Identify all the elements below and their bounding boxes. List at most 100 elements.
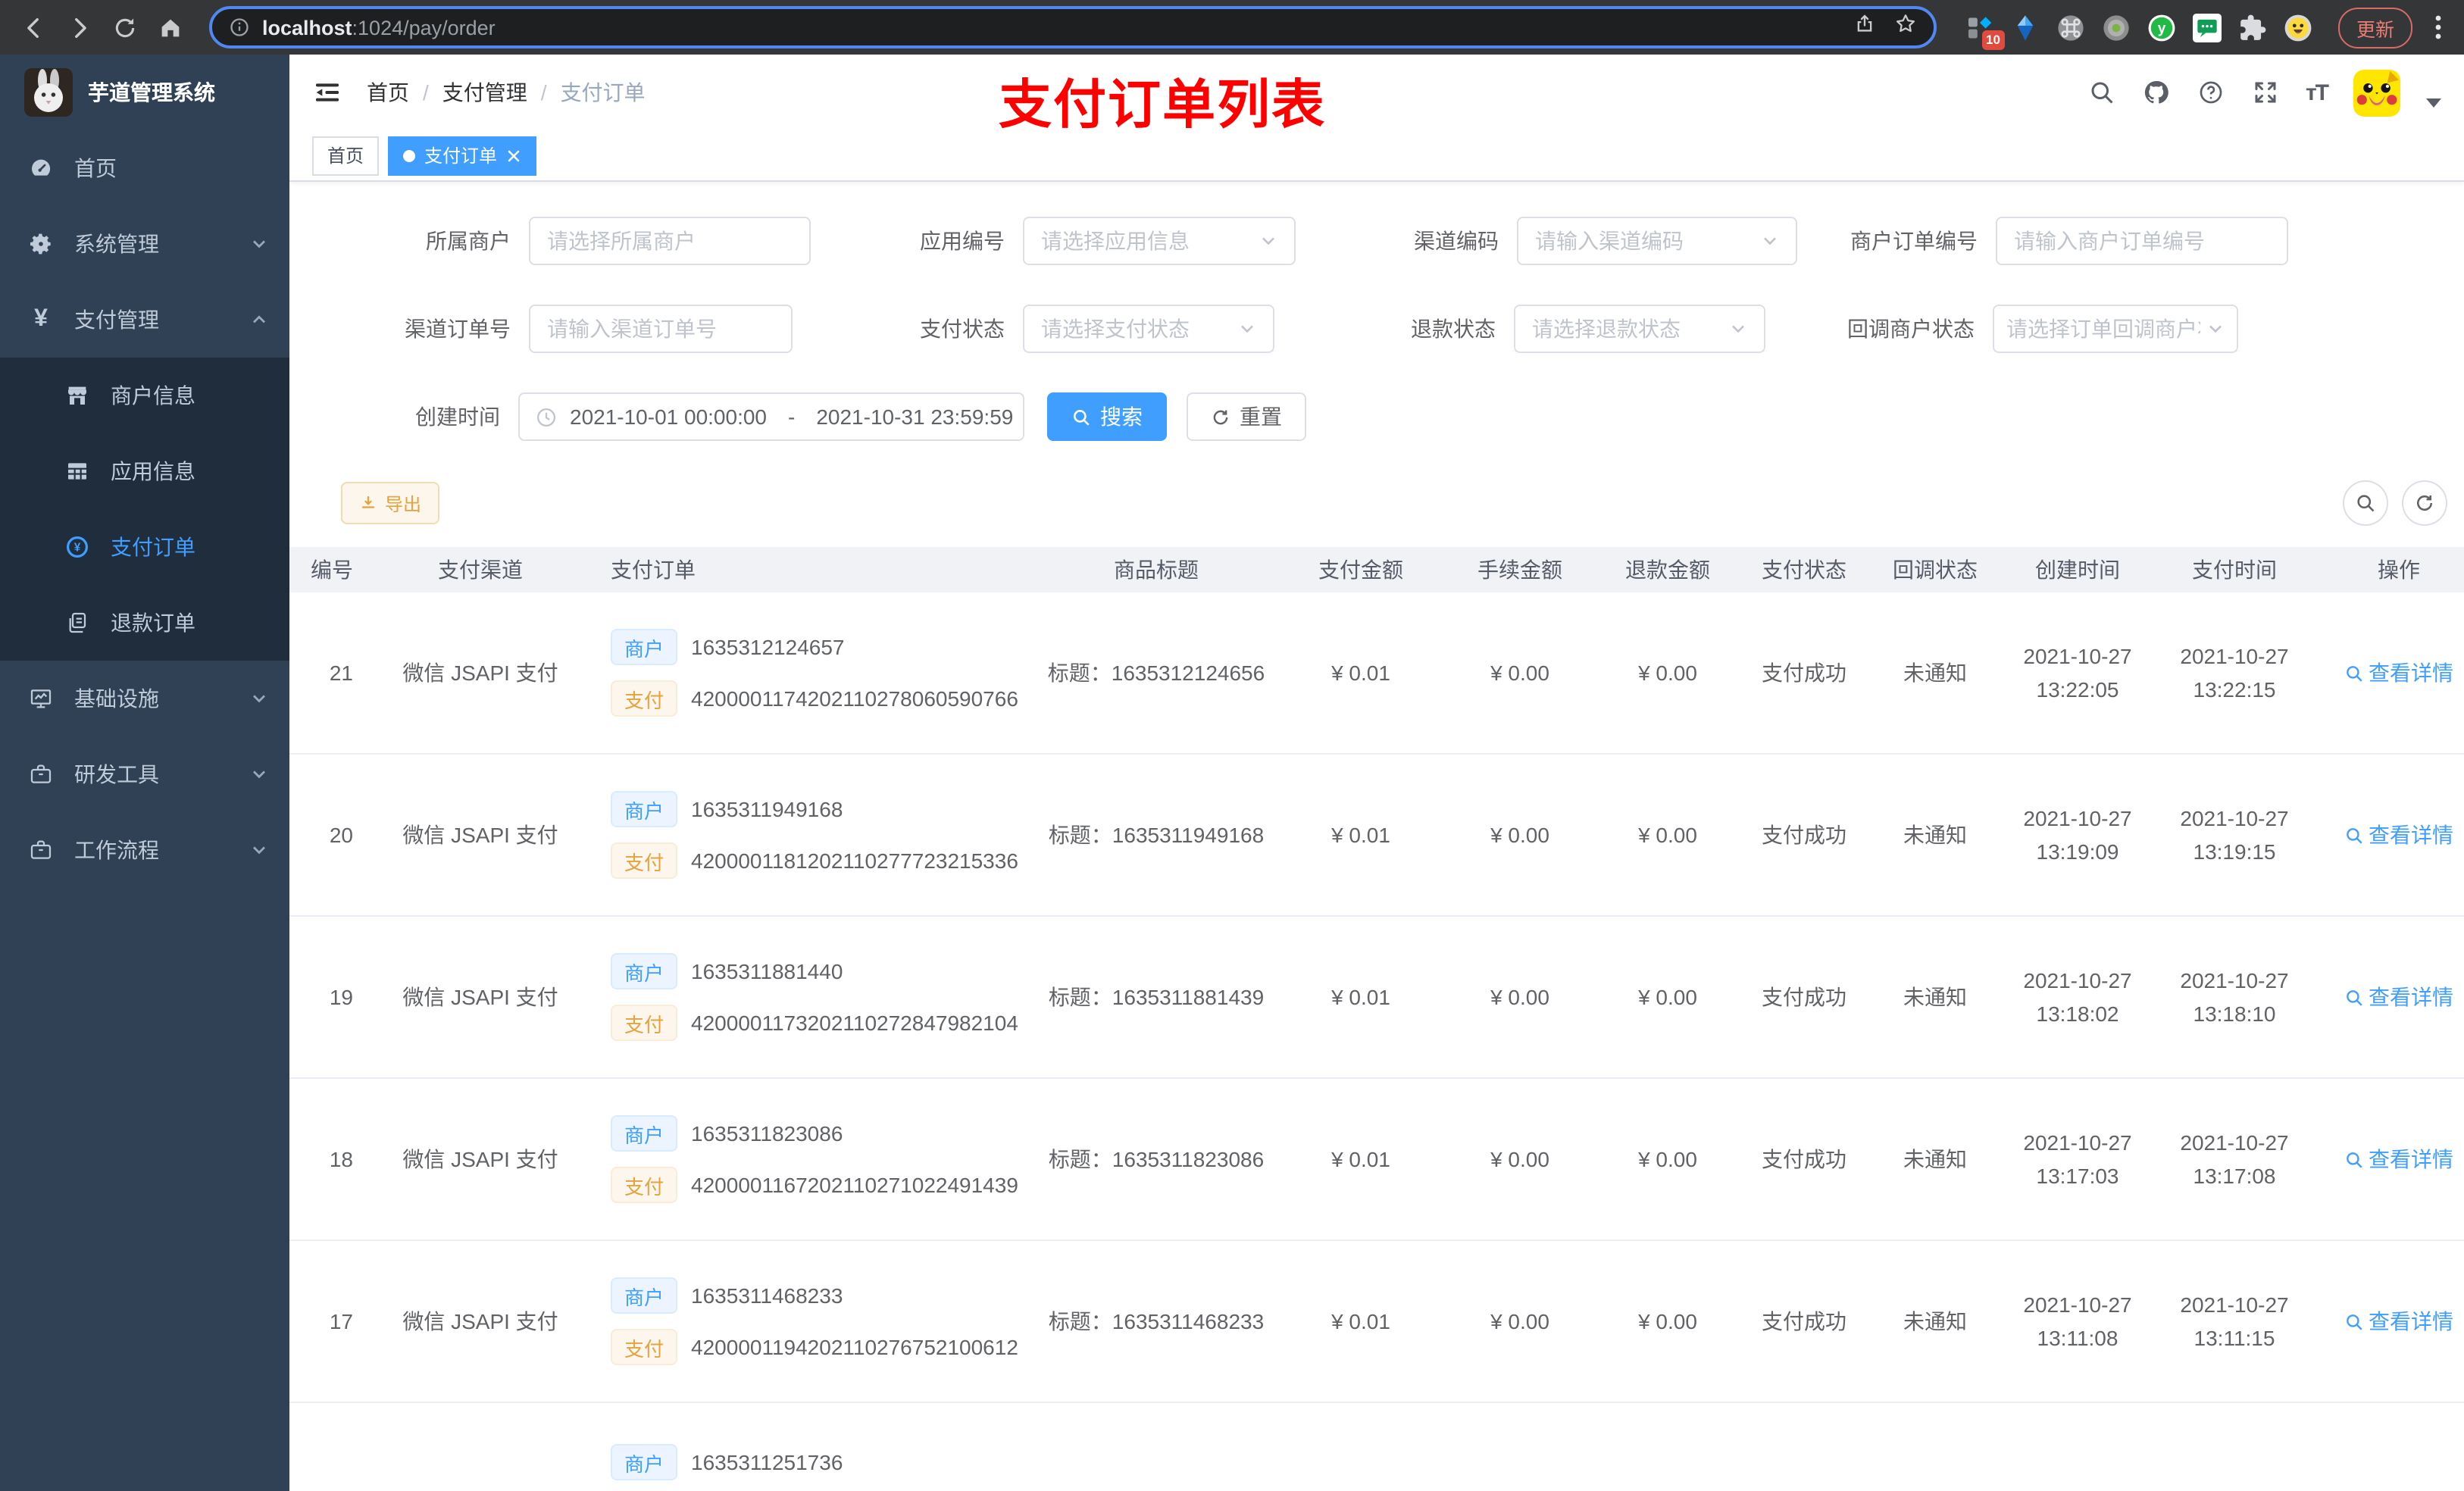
reload-icon [114,17,134,37]
orders-table: 编号 支付渠道 支付订单 商品标题 支付金额 手续金额 退款金额 支付状态 回调… [289,547,2464,1491]
merchant-order-no-input[interactable]: 请输入商户订单编号 [1996,217,2288,265]
active-dot [403,149,416,161]
pay-amount: ¥ 0.01 [1331,1147,1390,1171]
merchant-order-no: 1635311468233 [691,1283,843,1308]
chevron-down-icon [1755,232,1779,250]
browser-menu-button[interactable] [2428,15,2449,39]
field-label: 支付状态 [920,317,1005,341]
search-icon [2347,1314,2362,1330]
pay-tag: 支付 [611,1329,678,1365]
view-detail-link[interactable]: 查看详情 [2344,982,2453,1012]
font-size-icon[interactable]: тT [2306,80,2329,105]
channel-code-select[interactable]: 请输入渠道编码 [1517,217,1797,265]
profile-emoji-icon[interactable] [2282,11,2314,43]
refresh-table-button[interactable] [2402,480,2447,526]
refresh-icon [1213,409,1228,424]
sidebar-item-merchant-info[interactable]: 商户信息 [0,358,289,433]
github-icon[interactable] [2142,78,2171,107]
extension-command-icon[interactable] [2055,11,2087,43]
fullscreen-icon[interactable] [2251,78,2280,107]
pay-status: 支付成功 [1762,823,1846,847]
chevron-down-icon [250,235,268,253]
search-button[interactable]: 搜索 [1047,392,1167,441]
notify-status-select[interactable]: 请选择订单回调商户状态 [1993,305,2238,353]
sidebar-item-refund-order[interactable]: 退款订单 [0,585,289,661]
pay-amount: ¥ 0.01 [1331,985,1390,1009]
screen: localhost:1024/pay/order 10 y 更新 芋道管理系统 … [0,0,2464,1491]
bookmark-star-icon[interactable] [1894,12,1917,42]
extensions-puzzle-icon[interactable] [2237,11,2269,43]
app-logo[interactable]: 芋道管理系统 [0,55,289,130]
product-title: 标题：1635311468233 [1048,1309,1265,1333]
pay-channel: 微信 JSAPI 支付 [402,1147,558,1171]
table-row: 21 微信 JSAPI 支付 商户 1635312124657 支付 4200001… [289,592,2464,755]
home-button[interactable] [152,9,188,45]
back-button[interactable] [15,9,52,45]
sidebar-item-infra[interactable]: 基础设施 [0,661,289,736]
pay-time: 2021-10-27 13:22:15 [2180,644,2289,702]
sidebar-item-system[interactable]: 系统管理 [0,206,289,282]
merchant-tag: 商户 [611,629,678,665]
create-time-range-picker[interactable]: 2021-10-01 00:00:00 - 2021-10-31 23:59:5… [518,392,1024,441]
view-detail-link[interactable]: 查看详情 [2344,658,2453,688]
channel-order-no-input[interactable]: 请输入渠道订单号 [529,305,793,353]
extension-y-icon[interactable]: y [2146,11,2178,43]
date-end: 2021-10-31 23:59:59 [816,405,1014,429]
refund-status-select[interactable]: 请选择退款状态 [1514,305,1765,353]
tab-pay-order[interactable]: 支付订单 [388,136,537,175]
merchant-order-no: 1635311823086 [691,1121,843,1146]
app-title: 芋道管理系统 [88,80,215,105]
pay-time: 2021-10-27 13:18:10 [2180,968,2289,1026]
sidebar-item-pay[interactable]: ¥ 支付管理 [0,282,289,358]
extensions-bar: 10 y [1958,11,2320,49]
share-icon[interactable] [1853,12,1876,42]
site-info-icon[interactable] [229,17,250,38]
reset-button[interactable]: 重置 [1187,392,1306,441]
create-time: 2021-10-27 13:18:02 [2023,968,2132,1026]
help-icon[interactable] [2197,78,2225,107]
app-select[interactable]: 请选择应用信息 [1023,217,1296,265]
svg-text:¥: ¥ [74,542,81,555]
product-title: 标题：1635311823086 [1048,1147,1265,1171]
product-title: 标题：1635311949168 [1048,823,1265,847]
extension-chat-icon[interactable] [2191,11,2223,43]
reload-button[interactable] [106,9,142,45]
avatar-dropdown-caret[interactable] [2426,98,2441,108]
tab-home[interactable]: 首页 [312,136,380,175]
header-search-icon[interactable] [2087,78,2116,107]
chrome-update-button[interactable]: 更新 [2337,7,2412,48]
pay-amount: ¥ 0.01 [1331,823,1390,847]
extension-tiles-icon[interactable]: 10 [1964,11,2005,49]
sidebar-item-devtools[interactable]: 研发工具 [0,736,289,812]
close-icon[interactable] [506,148,521,163]
pikachu-avatar-icon [2353,69,2400,116]
breadcrumb-home[interactable]: 首页 [367,77,409,108]
extension-kite-icon[interactable] [2009,11,2041,43]
toolbox-icon [29,762,53,786]
user-avatar[interactable] [2353,69,2400,116]
pay-order-cell: 商户 1635311468233 支付 4200001194202110276752… [586,1277,1035,1365]
sidebar-item-home[interactable]: 首页 [0,130,289,206]
url-bar[interactable]: localhost:1024/pay/order [209,6,1937,48]
create-time: 2021-10-27 13:19:09 [2023,806,2132,864]
merchant-select[interactable]: 请选择所属商户 [529,217,811,265]
pay-order-cell: 商户 1635311881440 支付 4200001173202110272847… [586,953,1035,1041]
view-detail-link[interactable]: 查看详情 [2344,1306,2453,1336]
export-button[interactable]: 导出 [341,482,440,524]
view-detail-link[interactable]: 查看详情 [2344,1144,2453,1174]
grid-icon [65,459,89,483]
sidebar-item-workflow[interactable]: 工作流程 [0,812,289,888]
pay-status-select[interactable]: 请选择支付状态 [1023,305,1274,353]
sidebar-fold-icon[interactable] [312,77,342,108]
breadcrumb: 首页 / 支付管理 / 支付订单 [367,77,646,108]
sidebar-item-pay-order[interactable]: ¥ 支付订单 [0,509,289,585]
view-detail-link[interactable]: 查看详情 [2344,820,2453,850]
fee-amount: ¥ 0.00 [1490,1147,1549,1171]
extension-record-icon[interactable] [2100,11,2132,43]
breadcrumb-pay[interactable]: 支付管理 [442,77,527,108]
page-annotation: 支付订单列表 [999,76,1327,135]
pay-channel: 微信 JSAPI 支付 [402,823,558,847]
forward-button[interactable] [61,9,97,45]
toggle-search-button[interactable] [2343,480,2388,526]
sidebar-item-app-info[interactable]: 应用信息 [0,433,289,509]
